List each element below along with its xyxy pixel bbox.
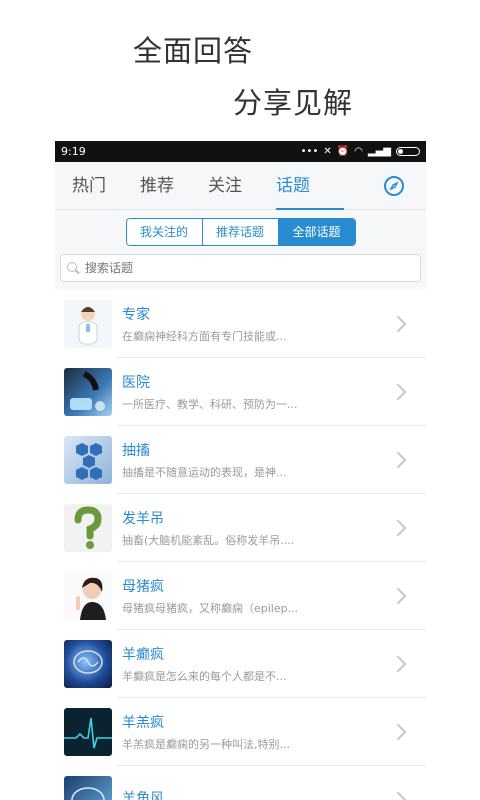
topic-desc: 在癫痫神经科方面有专门技能或... [122, 330, 287, 343]
wifi-icon: ◠ [354, 145, 363, 157]
list-item[interactable]: 母猪疯母猪疯母猪疯，又称癫痫（epilep... [55, 562, 426, 630]
tab-follow[interactable]: 关注 [191, 162, 259, 210]
mute-icon: ✕ [323, 145, 332, 157]
chevron-right-icon [388, 721, 410, 743]
tab-topics[interactable]: 话题 [259, 162, 327, 210]
topic-title: 发羊吊 [122, 511, 164, 527]
topic-title: 羊羔疯 [122, 715, 164, 731]
brain-scan-image [64, 776, 112, 800]
active-tab-indicator [276, 208, 344, 210]
topic-desc: 羊癫疯是怎么来的每个人都是不... [122, 670, 287, 683]
status-icons: ••• ✕ ⏰ ◠ ▂▄▆ [300, 145, 420, 157]
search-input[interactable] [85, 261, 385, 275]
tab-hot[interactable]: 热门 [55, 162, 123, 210]
brain-image [64, 640, 112, 688]
ecg-image [64, 708, 112, 756]
topic-desc: 抽搐是不随意运动的表现，是神... [122, 466, 287, 479]
alarm-icon: ⏰ [336, 145, 350, 157]
list-item[interactable]: 专家在癫痫神经科方面有专门技能或... [55, 290, 426, 358]
list-item[interactable]: 羊角风 [55, 766, 426, 800]
segment-bar: 我关注的 推荐话题 全部话题 [55, 210, 426, 252]
main-tabs: 热门 推荐 关注 话题 [55, 162, 426, 210]
list-item[interactable]: 抽搐抽搐是不随意运动的表现，是神... [55, 426, 426, 494]
topic-desc: 母猪疯母猪疯，又称癫痫（epilep... [122, 602, 299, 615]
woman-thinking-image [64, 572, 112, 620]
topic-desc: 羊羔疯是癫痫的另一种叫法,特别... [122, 738, 290, 751]
topic-title: 专家 [122, 307, 150, 323]
chevron-right-icon [388, 789, 410, 800]
list-item[interactable]: 羊羔疯羊羔疯是癫痫的另一种叫法,特别... [55, 698, 426, 766]
topic-title: 母猪疯 [122, 579, 164, 595]
nurse-image [64, 300, 112, 348]
topic-title: 医院 [122, 375, 150, 391]
search-bar [55, 252, 426, 290]
topic-desc: 抽畜(大脑机能紊乱。俗称发羊吊.... [122, 534, 295, 547]
search-box[interactable] [60, 254, 421, 282]
segment-recommended-topics[interactable]: 推荐话题 [202, 219, 279, 245]
tab-recommend[interactable]: 推荐 [123, 162, 191, 210]
status-bar: 9:19 ••• ✕ ⏰ ◠ ▂▄▆ [55, 141, 426, 162]
topic-title: 羊角风 [122, 791, 164, 800]
segment-my-follows[interactable]: 我关注的 [126, 219, 203, 245]
chevron-right-icon [388, 585, 410, 607]
signal-icon: ▂▄▆ [367, 145, 391, 157]
compass-icon[interactable] [384, 176, 404, 196]
battery-icon [396, 147, 420, 156]
topic-title: 抽搐 [122, 443, 150, 459]
promo-banner: 全面回答 分享见解 [0, 0, 480, 140]
medical-network-image [64, 436, 112, 484]
list-item[interactable]: 医院一所医疗、教学、科研、预防为一... [55, 358, 426, 426]
segment-all-topics[interactable]: 全部话题 [278, 219, 355, 245]
topic-list: 专家在癫痫神经科方面有专门技能或... 医院一所医疗、教学、科研、预防为一...… [55, 290, 426, 800]
promo-headline-1: 全面回答 [133, 34, 254, 68]
lab-image [64, 368, 112, 416]
moss-question-image [64, 504, 112, 552]
list-item[interactable]: 发羊吊抽畜(大脑机能紊乱。俗称发羊吊.... [55, 494, 426, 562]
topic-title: 羊癫疯 [122, 647, 164, 663]
promo-headline-2: 分享见解 [233, 86, 354, 120]
more-icon: ••• [300, 145, 319, 157]
chevron-right-icon [388, 381, 410, 403]
status-time: 9:19 [61, 145, 86, 158]
phone-screen: 9:19 ••• ✕ ⏰ ◠ ▂▄▆ 热门 推荐 关注 话题 我关注的 推荐话题… [55, 141, 426, 800]
search-icon [67, 262, 79, 274]
chevron-right-icon [388, 653, 410, 675]
chevron-right-icon [388, 449, 410, 471]
chevron-right-icon [388, 313, 410, 335]
segmented-control: 我关注的 推荐话题 全部话题 [125, 218, 356, 246]
list-item[interactable]: 羊癫疯羊癫疯是怎么来的每个人都是不... [55, 630, 426, 698]
topic-desc: 一所医疗、教学、科研、预防为一... [122, 398, 298, 411]
chevron-right-icon [388, 517, 410, 539]
